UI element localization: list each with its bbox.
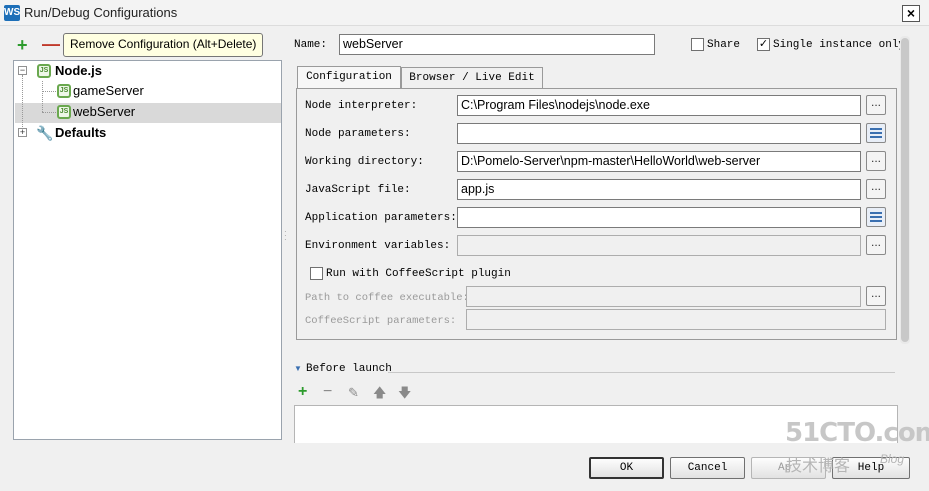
tree-item-label: Defaults bbox=[55, 125, 107, 140]
splitter-handle[interactable]: · · · bbox=[284, 228, 287, 244]
tree-item-label: webServer bbox=[73, 104, 136, 119]
watermark-subtitle: 技术博客 bbox=[786, 456, 851, 475]
tree-item-label: Node.js bbox=[55, 63, 102, 78]
tab-configuration[interactable]: Configuration bbox=[297, 66, 401, 89]
node-parameters-input[interactable] bbox=[457, 123, 861, 144]
nodejs-icon: JS bbox=[37, 64, 51, 78]
tree-item-gameserver[interactable]: JS gameServer bbox=[14, 81, 280, 101]
scrollbar-thumb[interactable] bbox=[901, 38, 909, 342]
browse-button[interactable]: ... bbox=[866, 151, 886, 171]
working-directory-label: Working directory: bbox=[305, 156, 424, 168]
cancel-button[interactable]: Cancel bbox=[670, 457, 745, 479]
path-to-coffee-input[interactable] bbox=[466, 286, 861, 307]
javascript-file-label: JavaScript file: bbox=[305, 184, 411, 196]
path-to-coffee-label: Path to coffee executable: bbox=[305, 292, 469, 304]
application-parameters-input[interactable] bbox=[457, 207, 861, 228]
share-checkbox[interactable] bbox=[691, 38, 704, 51]
name-label: Name: bbox=[294, 39, 328, 51]
wrench-icon: 🔧 bbox=[36, 125, 54, 141]
tab-browser-live-edit[interactable]: Browser / Live Edit bbox=[401, 67, 543, 89]
move-up-icon[interactable]: 🡅 bbox=[373, 385, 386, 401]
coffeescript-label: Run with CoffeeScript plugin bbox=[326, 268, 511, 280]
move-down-icon[interactable]: 🡇 bbox=[398, 385, 411, 401]
node-interpreter-input[interactable]: C:\Program Files\nodejs\node.exe bbox=[457, 95, 861, 116]
collapse-arrow-icon[interactable]: ▼ bbox=[294, 364, 302, 373]
webstorm-app-icon: WS bbox=[4, 5, 20, 21]
browse-button[interactable]: ... bbox=[866, 179, 886, 199]
remove-configuration-button[interactable]: — bbox=[42, 35, 60, 53]
browse-button[interactable]: ... bbox=[866, 286, 886, 306]
coffeescript-parameters-input[interactable] bbox=[466, 309, 886, 330]
javascript-file-input[interactable]: app.js bbox=[457, 179, 861, 200]
node-parameters-label: Node parameters: bbox=[305, 128, 411, 140]
remove-configuration-tooltip: Remove Configuration (Alt+Delete) bbox=[63, 33, 264, 57]
ok-button[interactable]: OK bbox=[589, 457, 664, 479]
add-task-icon[interactable]: + bbox=[298, 384, 307, 400]
nodejs-icon: JS bbox=[57, 84, 71, 98]
working-directory-input[interactable]: D:\Pomelo-Server\npm-master\HelloWorld\w… bbox=[457, 151, 861, 172]
environment-variables-input[interactable] bbox=[457, 235, 861, 256]
tree-item-nodejs[interactable]: − JS Node.js bbox=[14, 61, 280, 81]
configuration-tree[interactable]: − JS Node.js JS gameServer JS webServer … bbox=[13, 60, 282, 440]
close-button[interactable]: × bbox=[902, 5, 920, 22]
environment-variables-label: Environment variables: bbox=[305, 240, 451, 252]
coffeescript-checkbox[interactable] bbox=[310, 267, 323, 280]
expand-text-icon[interactable] bbox=[866, 123, 886, 143]
share-label: Share bbox=[707, 39, 741, 51]
add-configuration-button[interactable]: + bbox=[17, 36, 28, 54]
browse-button[interactable]: ... bbox=[866, 235, 886, 255]
tree-item-webserver[interactable]: JS webServer bbox=[14, 102, 280, 122]
remove-task-icon[interactable]: − bbox=[323, 384, 332, 400]
single-instance-label: Single instance only bbox=[773, 39, 906, 51]
collapse-icon[interactable]: − bbox=[18, 66, 27, 75]
single-instance-checkbox[interactable]: ✓ bbox=[757, 38, 770, 51]
tree-item-label: gameServer bbox=[73, 83, 144, 98]
expand-icon[interactable]: + bbox=[18, 128, 27, 137]
nodejs-icon: JS bbox=[57, 105, 71, 119]
section-divider bbox=[388, 372, 895, 373]
edit-task-icon[interactable]: ✎ bbox=[348, 385, 359, 401]
node-interpreter-label: Node interpreter: bbox=[305, 100, 418, 112]
browse-button[interactable]: ... bbox=[866, 95, 886, 115]
name-input[interactable]: webServer bbox=[339, 34, 655, 55]
window-title: Run/Debug Configurations bbox=[24, 5, 178, 20]
before-launch-label: Before launch bbox=[306, 363, 392, 375]
watermark-logo: 51CTO.com bbox=[785, 418, 929, 448]
application-parameters-label: Application parameters: bbox=[305, 212, 457, 224]
watermark-blog: Blog bbox=[880, 452, 905, 466]
expand-text-icon[interactable] bbox=[866, 207, 886, 227]
tree-item-defaults[interactable]: + 🔧 Defaults bbox=[14, 123, 280, 143]
coffeescript-parameters-label: CoffeeScript parameters: bbox=[305, 315, 457, 327]
